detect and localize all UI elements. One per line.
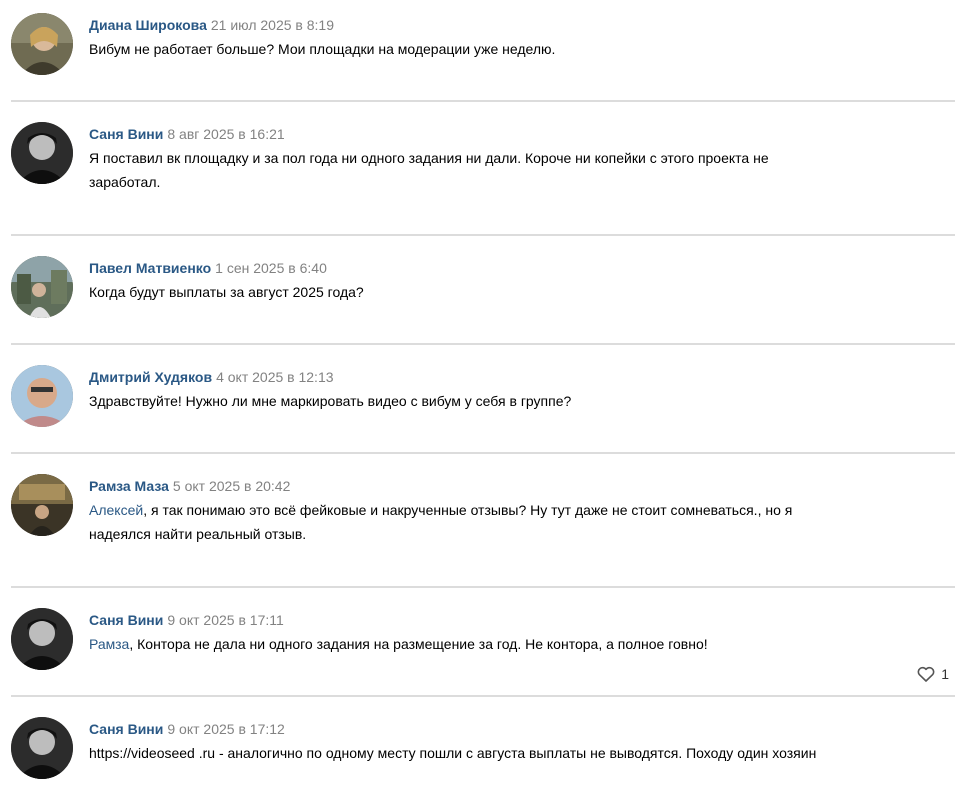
comment-text: Когда будут выплаты за август 2025 года? bbox=[89, 280, 949, 304]
avatar[interactable] bbox=[11, 717, 73, 779]
comment-header: Саня Вини 8 авг 2025 в 16:21 bbox=[89, 125, 285, 143]
comment-text-fragment: , Контора не дала ни одного задания на р… bbox=[129, 636, 708, 652]
comment-header: Саня Вини 9 окт 2025 в 17:11 bbox=[89, 611, 284, 629]
comment-header: Дмитрий Худяков 4 окт 2025 в 12:13 bbox=[89, 368, 334, 386]
comment-text: Вибум не работает больше? Мои площадки н… bbox=[89, 37, 949, 61]
comment-text-line: Вибум не работает больше? Мои площадки н… bbox=[89, 41, 556, 57]
avatar[interactable] bbox=[11, 365, 73, 427]
comment-text-line: Когда будут выплаты за август 2025 года? bbox=[89, 284, 364, 300]
comment-date[interactable]: 5 окт 2025 в 20:42 bbox=[173, 478, 290, 494]
comment-date[interactable]: 8 авг 2025 в 16:21 bbox=[167, 126, 284, 142]
comment-text-line: надеялся найти реальный отзыв. bbox=[89, 526, 307, 542]
divider bbox=[11, 343, 955, 345]
comment-header: Диана Широкова 21 июл 2025 в 8:19 bbox=[89, 16, 334, 34]
comment-text-fragment: , я так понимаю это всё фейковые и накру… bbox=[143, 502, 793, 518]
divider bbox=[11, 234, 955, 236]
avatar[interactable] bbox=[11, 474, 73, 536]
author-name[interactable]: Саня Вини bbox=[89, 126, 163, 142]
comment-text-line: Я поставил вк площадку и за пол года ни … bbox=[89, 150, 769, 166]
divider bbox=[11, 100, 955, 102]
like-button[interactable]: 1 bbox=[917, 665, 949, 683]
comment-text-line: Здравствуйте! Нужно ли мне маркировать в… bbox=[89, 393, 572, 409]
comment-header: Рамза Маза 5 окт 2025 в 20:42 bbox=[89, 477, 290, 495]
comment-text: Здравствуйте! Нужно ли мне маркировать в… bbox=[89, 389, 949, 413]
comment-date[interactable]: 9 окт 2025 в 17:11 bbox=[167, 612, 283, 628]
heart-icon bbox=[917, 666, 935, 682]
comment-date[interactable]: 4 окт 2025 в 12:13 bbox=[216, 369, 333, 385]
avatar[interactable] bbox=[11, 13, 73, 75]
divider bbox=[11, 586, 955, 588]
author-name[interactable]: Саня Вини bbox=[89, 721, 163, 737]
author-name[interactable]: Рамза Маза bbox=[89, 478, 169, 494]
divider bbox=[11, 695, 955, 697]
comment-header: Саня Вини 9 окт 2025 в 17:12 bbox=[89, 720, 285, 738]
comment-text: Рамза, Контора не дала ни одного задания… bbox=[89, 632, 949, 656]
comment-text-line: https://videoseed .ru - аналогично по од… bbox=[89, 745, 817, 761]
comment-date[interactable]: 1 сен 2025 в 6:40 bbox=[215, 260, 327, 276]
like-count: 1 bbox=[941, 666, 949, 682]
avatar[interactable] bbox=[11, 608, 73, 670]
comments-feed: Диана Широкова 21 июл 2025 в 8:19 Вибум н… bbox=[0, 0, 958, 786]
comment-date[interactable]: 21 июл 2025 в 8:19 bbox=[211, 17, 334, 33]
author-name[interactable]: Павел Матвиенко bbox=[89, 260, 211, 276]
avatar[interactable] bbox=[11, 122, 73, 184]
comment-text-line: заработал. bbox=[89, 174, 161, 190]
avatar[interactable] bbox=[11, 256, 73, 318]
author-name[interactable]: Дмитрий Худяков bbox=[89, 369, 212, 385]
comment-date[interactable]: 9 окт 2025 в 17:12 bbox=[167, 721, 284, 737]
comment-header: Павел Матвиенко 1 сен 2025 в 6:40 bbox=[89, 259, 327, 277]
mention-link[interactable]: Рамза bbox=[89, 636, 129, 652]
divider bbox=[11, 452, 955, 454]
author-name[interactable]: Диана Широкова bbox=[89, 17, 207, 33]
comment-text: Алексей, я так понимаю это всё фейковые … bbox=[89, 498, 949, 546]
comment-text-line: Алексей, я так понимаю это всё фейковые … bbox=[89, 498, 949, 522]
mention-link[interactable]: Алексей bbox=[89, 502, 143, 518]
comment-text: Я поставил вк площадку и за пол года ни … bbox=[89, 146, 949, 194]
author-name[interactable]: Саня Вини bbox=[89, 612, 163, 628]
comment-text: https://videoseed .ru - аналогично по од… bbox=[89, 741, 949, 765]
comment-text-line: Рамза, Контора не дала ни одного задания… bbox=[89, 632, 949, 656]
